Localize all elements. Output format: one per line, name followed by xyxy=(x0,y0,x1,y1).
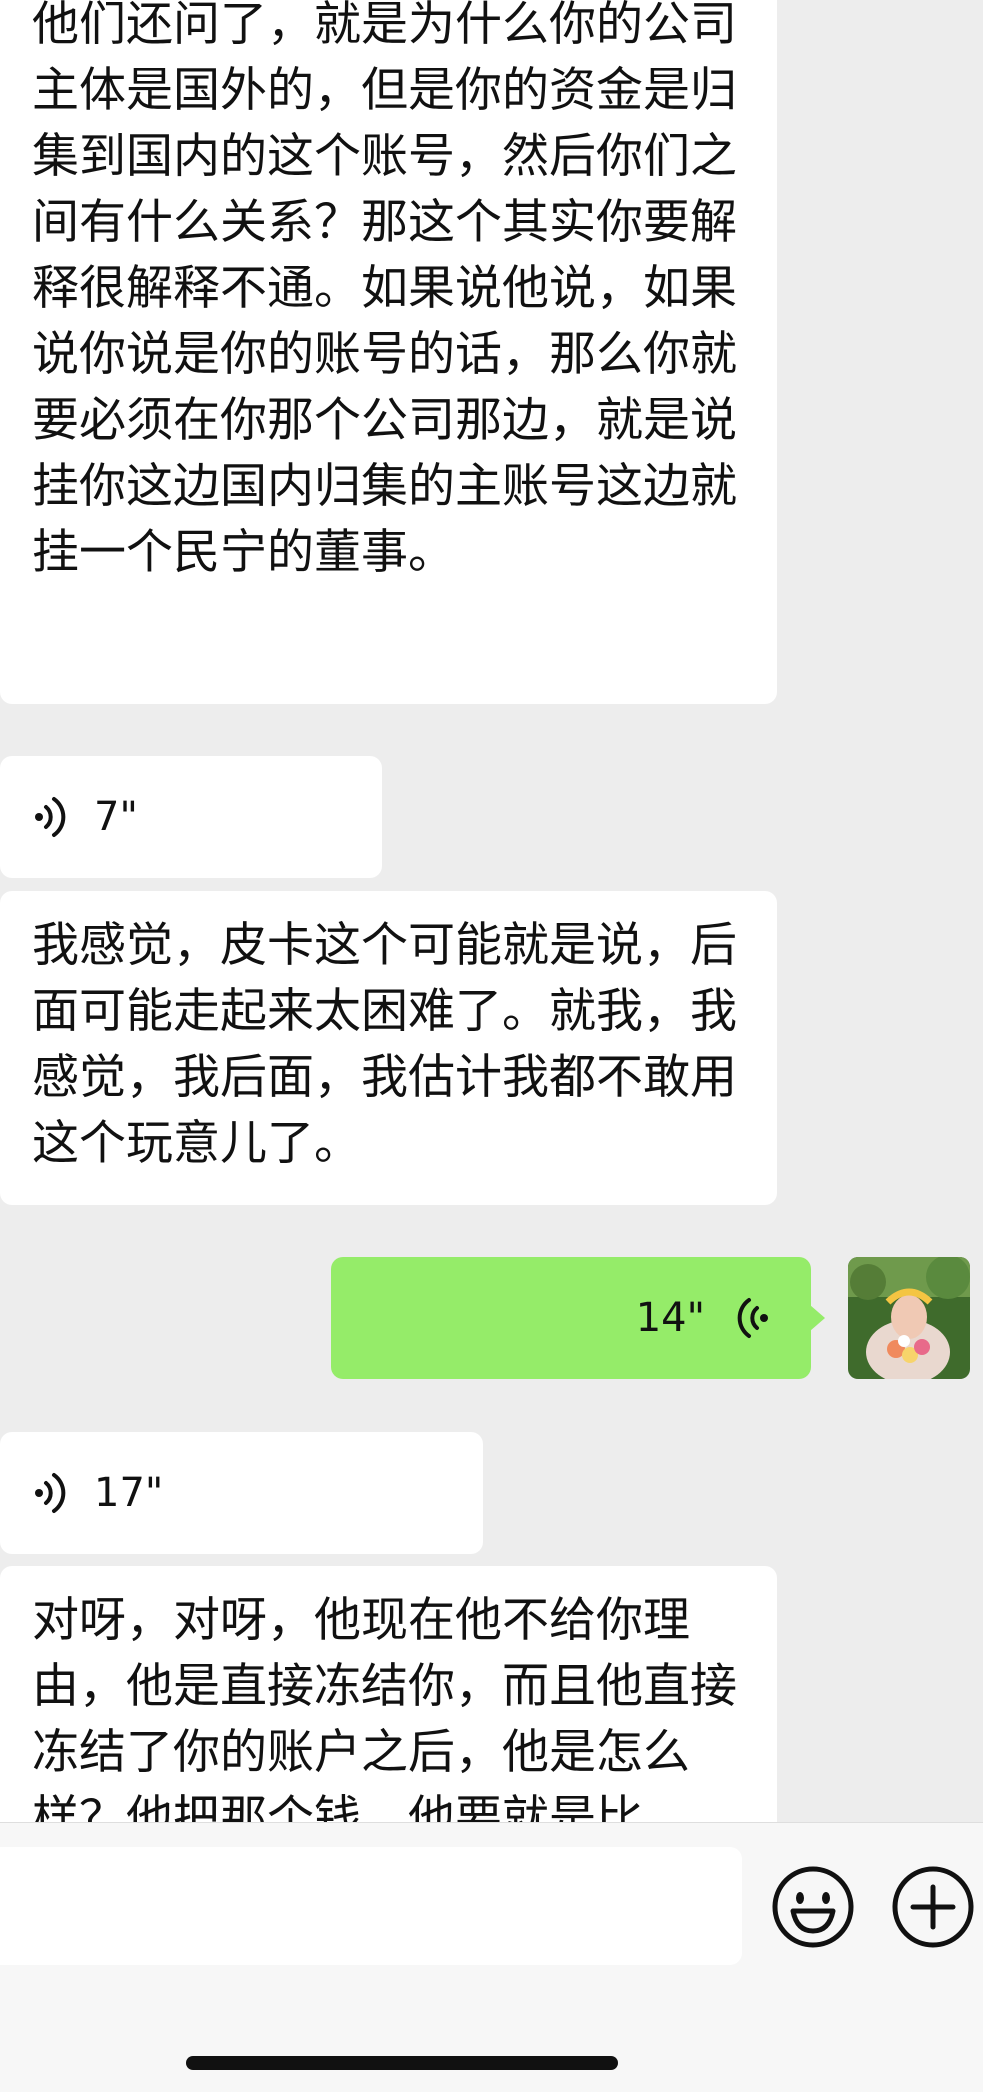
voice-wave-icon xyxy=(35,797,66,837)
message-text: 对呀，对呀，他现在他不给你理由，他是直接冻结你，而且他直接冻结了你的账户之后，他… xyxy=(32,1593,737,1822)
voice-message-bubble-sent[interactable]: 14" xyxy=(331,1257,825,1379)
voice-duration: 17" xyxy=(94,1470,164,1516)
avatar[interactable] xyxy=(848,1257,970,1379)
voice-message-bubble[interactable]: 7" xyxy=(0,756,382,878)
message-input[interactable] xyxy=(0,1847,742,1965)
message-bubble-text[interactable]: 我感觉，皮卡这个可能就是说，后面可能走起来太困难了。就我，我感觉，我后面，我估计… xyxy=(0,891,777,1205)
voice-message-bubble[interactable]: 17" xyxy=(0,1432,483,1554)
avatar-image xyxy=(848,1257,970,1379)
chat-message-list[interactable]: 他们还问了，就是为什么你的公司主体是国外的，但是你的资金是归集到国内的这个账号，… xyxy=(0,0,983,1822)
emoji-button[interactable] xyxy=(771,1865,855,1949)
emoji-smile-icon xyxy=(772,1866,854,1948)
message-text: 他们还问了，就是为什么你的公司主体是国外的，但是你的资金是归集到国内的这个账号，… xyxy=(32,0,737,580)
message-text: 我感觉，皮卡这个可能就是说，后面可能走起来太困难了。就我，我感觉，我后面，我估计… xyxy=(32,918,737,1171)
voice-wave-icon xyxy=(35,1473,66,1513)
home-indicator[interactable] xyxy=(186,2056,618,2070)
voice-duration: 7" xyxy=(94,794,138,840)
plus-circle-icon xyxy=(892,1866,974,1948)
more-button[interactable] xyxy=(891,1865,975,1949)
voice-duration: 14" xyxy=(635,1295,705,1341)
voice-wave-icon xyxy=(737,1298,768,1338)
chat-input-bar xyxy=(0,1822,983,2092)
message-bubble-text[interactable]: 对呀，对呀，他现在他不给你理由，他是直接冻结你，而且他直接冻结了你的账户之后，他… xyxy=(0,1566,777,1822)
message-bubble-text[interactable]: 他们还问了，就是为什么你的公司主体是国外的，但是你的资金是归集到国内的这个账号，… xyxy=(0,0,777,704)
